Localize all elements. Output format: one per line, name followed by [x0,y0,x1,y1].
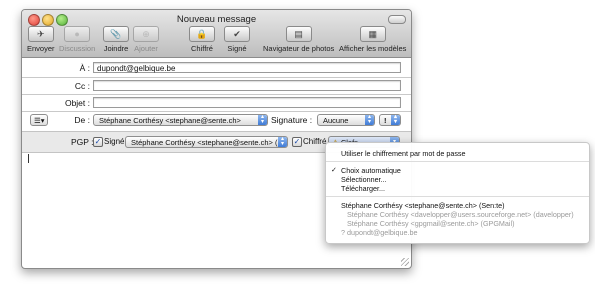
chevron-updown-icon: ▴ ▾ [258,115,267,125]
subject-label: Objet : [64,98,90,108]
chevron-updown-icon: ▴ ▾ [278,137,287,147]
templates-icon: ▦ [359,26,386,42]
chat-icon: ● [64,26,91,42]
menu-item-key-unknown[interactable]: dupondt@gelbique.be [347,228,417,237]
show-templates-label: Afficher les modèles [339,44,407,53]
to-field[interactable]: dupondt@gelbique.be [93,62,401,73]
signature-label: Signature : [271,115,313,125]
add-button[interactable]: ⊕ Ajouter [133,26,159,53]
pgp-encrypted-checkbox[interactable]: ✓ [292,137,302,147]
menu-separator [326,196,589,197]
divider [22,111,411,112]
paperclip-icon: 📎 [103,26,129,42]
show-templates-button[interactable]: ▦ Afficher les modèles [339,26,406,53]
signature-icon: ✔ [224,26,250,42]
checkmark-icon: ✓ [331,167,337,174]
from-value: Stéphane Corthésy <stephane@sente.ch> [99,116,241,125]
encrypt-button[interactable]: 🔒 Chiffré [189,26,215,53]
window-title: Nouveau message [176,14,257,25]
menu-item-key-main[interactable]: Stéphane Corthésy <stephane@sente.ch> (S… [341,201,505,210]
photo-browser-icon: ▤ [285,26,312,42]
encrypt-label: Chiffré [191,44,213,53]
subject-field[interactable] [93,97,401,108]
menu-item-download[interactable]: Télécharger... [341,184,385,193]
menu-item-key-alt2[interactable]: Stéphane Corthésy <gpgmail@sente.ch> (GP… [347,219,515,228]
signature-value: Aucune [323,116,349,125]
cc-label: Cc : [74,81,90,91]
menu-item-passphrase[interactable]: Utiliser le chiffrement par mot de passe [341,149,466,158]
cc-field[interactable] [93,80,401,91]
menu-item-key-alt1[interactable]: Stéphane Corthésy <davelopper@users.sour… [347,210,574,219]
divider [22,77,411,78]
attach-button[interactable]: 📎 Joindre [103,26,129,53]
chevron-updown-icon: ▴ ▾ [365,115,374,125]
chevron-updown-icon: ▴ ▾ [391,115,400,125]
send-icon: ✈ [27,26,54,42]
priority-value: ! [384,116,387,125]
signature-popup[interactable]: Aucune ▴ ▾ [317,114,375,126]
add-label: Ajouter [134,44,158,53]
attach-label: Joindre [103,44,129,53]
pgp-signed-label: Signé [104,137,125,146]
sign-label: Signé [227,44,247,53]
keys-menu: Utiliser le chiffrement par mot de passe… [325,142,590,244]
photo-browser-button[interactable]: ▤ Navigateur de photos [263,26,334,53]
menu-item-select[interactable]: Sélectionner... [341,175,387,184]
discussion-label: Discussion [59,44,96,53]
discussion-button[interactable]: ● Discussion [59,26,95,53]
pgp-signer-popup[interactable]: Stéphane Corthésy <stephane@sente.ch> (S… [125,136,288,148]
window-titlebar: Nouveau message ✈ Envoyer ● Discussion 📎… [22,10,411,58]
lock-icon: 🔒 [189,26,215,42]
to-label: À : [79,63,90,73]
sign-button[interactable]: ✔ Signé [224,26,250,53]
menu-separator [326,161,589,162]
send-label: Envoyer [27,44,55,53]
send-button[interactable]: ✈ Envoyer [27,26,55,53]
pgp-signed-checkbox[interactable]: ✓ [93,137,103,147]
from-popup[interactable]: Stéphane Corthésy <stephane@sente.ch> ▴ ▾ [93,114,268,126]
from-label: De : [74,115,90,125]
menu-item-auto[interactable]: Choix automatique [341,166,401,175]
pgp-label: PGP : [71,137,94,147]
divider [22,94,411,95]
priority-popup[interactable]: ! ▴ ▾ [379,114,401,126]
pgp-signer-value: Stéphane Corthésy <stephane@sente.ch> (S… [131,138,287,147]
pgp-encrypted-label: Chiffré [303,137,327,146]
resize-grip-icon[interactable] [401,258,409,266]
photo-browser-label: Navigateur de photos [263,44,335,53]
add-icon: ⊕ [133,26,159,42]
unknown-key-icon: ? [341,228,345,237]
